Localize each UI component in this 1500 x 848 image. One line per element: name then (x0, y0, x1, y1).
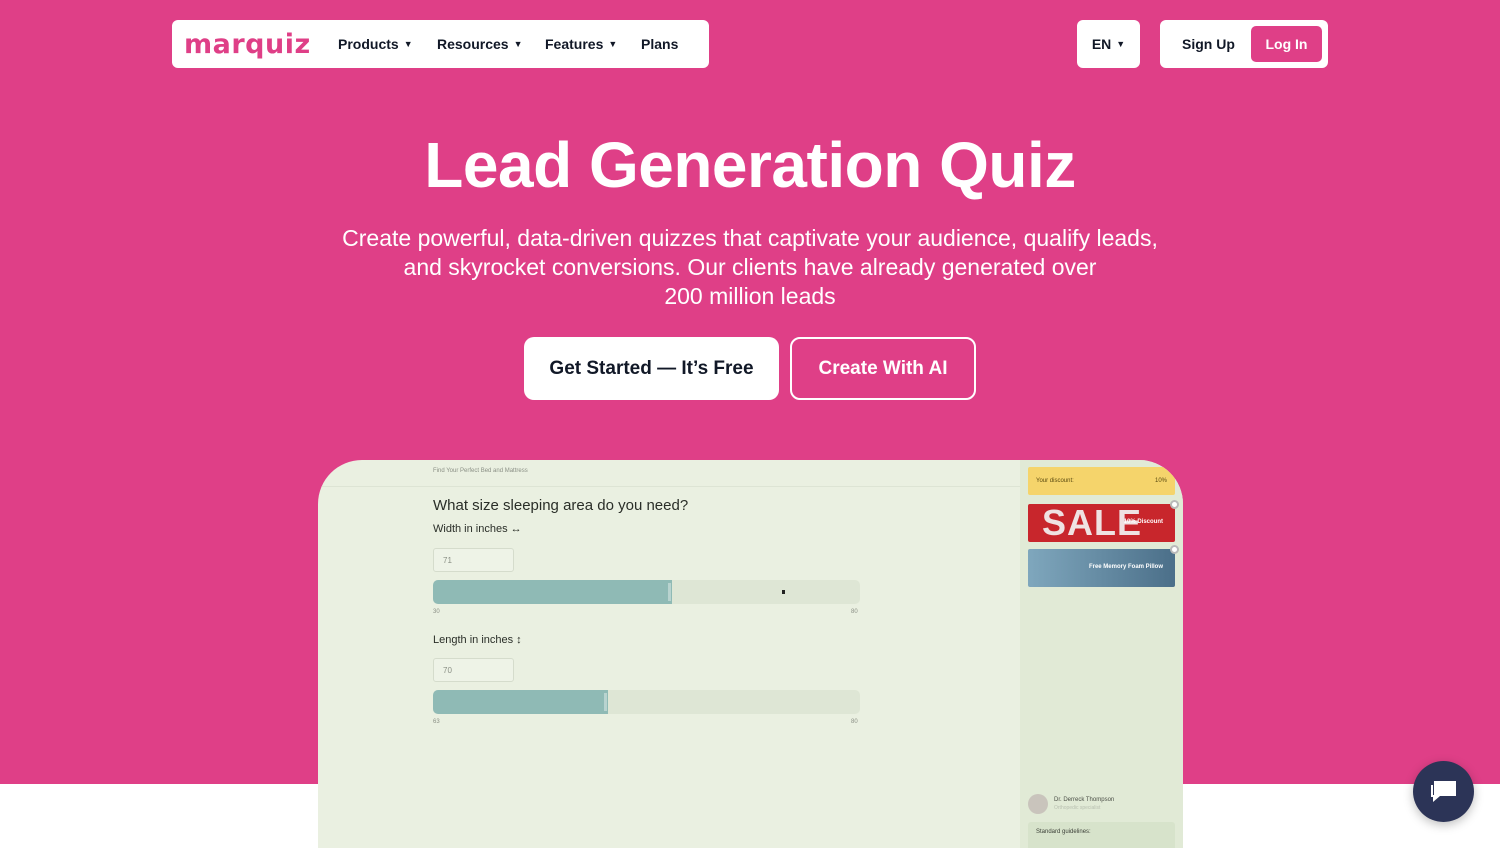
nav-resources[interactable]: Resources ▼ (437, 36, 523, 52)
discount-banner: Your discount: 10% (1028, 467, 1175, 495)
width-min-label: 30 (433, 609, 440, 615)
guidelines-box: Standard guidelines: (1028, 822, 1175, 848)
hero-subtitle-line: Create powerful, data-driven quizzes tha… (342, 225, 1158, 251)
quiz-breadcrumb: Find Your Perfect Bed and Mattress (433, 468, 528, 474)
mouse-cursor (782, 590, 785, 594)
length-slider[interactable] (433, 690, 860, 714)
nav-features-label: Features (545, 36, 604, 52)
language-selector[interactable]: EN ▼ (1077, 20, 1140, 68)
hero-subtitle: Create powerful, data-driven quizzes tha… (300, 224, 1200, 311)
avatar (1028, 794, 1048, 814)
create-with-ai-button[interactable]: Create With AI (790, 337, 976, 400)
expert-card: Dr. Derreck Thompson Orthopedic speciali… (1028, 794, 1114, 814)
chat-widget-button[interactable] (1413, 761, 1474, 822)
expert-role: Orthopedic specialist (1054, 805, 1101, 811)
language-label: EN (1091, 36, 1112, 52)
nav-plans[interactable]: Plans (641, 36, 678, 52)
pillow-bonus-card: Free Memory Foam Pillow (1028, 549, 1175, 587)
width-max-label: 80 (851, 609, 858, 615)
auth-nav: Sign Up Log In (1160, 20, 1328, 68)
marquiz-logo[interactable]: marquiz (184, 29, 311, 60)
length-min-label: 63 (433, 719, 440, 725)
length-slider-handle[interactable] (604, 693, 608, 711)
width-slider[interactable] (433, 580, 860, 604)
chevron-down-icon: ▼ (608, 39, 618, 49)
length-label: Length in inches ↕ (433, 634, 522, 646)
width-slider-handle[interactable] (668, 583, 672, 601)
main-navigation: marquiz Products ▼ Resources ▼ Features … (172, 20, 709, 68)
nav-plans-label: Plans (641, 36, 679, 52)
sale-bonus-label: 10% Discount (1123, 519, 1163, 525)
nav-products-label: Products (338, 36, 399, 52)
guidelines-title: Standard guidelines: (1036, 829, 1091, 835)
chevron-down-icon: ▼ (513, 39, 523, 49)
width-slider-fill (433, 580, 673, 604)
nav-resources-label: Resources (437, 36, 509, 52)
quiz-preview: Find Your Perfect Bed and Mattress What … (318, 460, 1183, 848)
log-in-button[interactable]: Log In (1251, 26, 1322, 62)
hero-subtitle-line: 200 million leads (664, 283, 836, 309)
expert-name: Dr. Derreck Thompson (1054, 797, 1115, 803)
chevron-down-icon: ▼ (1116, 39, 1126, 49)
preview-divider (318, 486, 1020, 487)
length-max-label: 80 (851, 719, 858, 725)
lock-badge-icon (1170, 545, 1179, 554)
chat-icon (1430, 780, 1456, 802)
sign-up-link[interactable]: Sign Up (1182, 36, 1235, 52)
length-input[interactable]: 70 (433, 658, 514, 682)
pillow-bonus-label: Free Memory Foam Pillow (1088, 564, 1163, 570)
lock-badge-icon (1170, 500, 1179, 509)
discount-value: 10% (1154, 478, 1167, 484)
chevron-down-icon: ▼ (403, 39, 413, 49)
hero-subtitle-line: and skyrocket conversions. Our clients h… (403, 254, 1097, 280)
page-title: Lead Generation Quiz (424, 129, 1076, 201)
width-input[interactable]: 71 (433, 548, 514, 572)
nav-products[interactable]: Products ▼ (338, 36, 413, 52)
length-slider-fill (433, 690, 609, 714)
sale-bonus-card: SALE 10% Discount (1028, 504, 1175, 542)
get-started-button[interactable]: Get Started — It’s Free (524, 337, 779, 400)
discount-label: Your discount: (1036, 478, 1074, 484)
width-label: Width in inches ↔ (433, 523, 522, 535)
quiz-question: What size sleeping area do you need? (433, 497, 689, 514)
quiz-sidebar: Your discount: 10% SALE 10% Discount Fre… (1020, 460, 1183, 848)
nav-features[interactable]: Features ▼ (545, 36, 617, 52)
